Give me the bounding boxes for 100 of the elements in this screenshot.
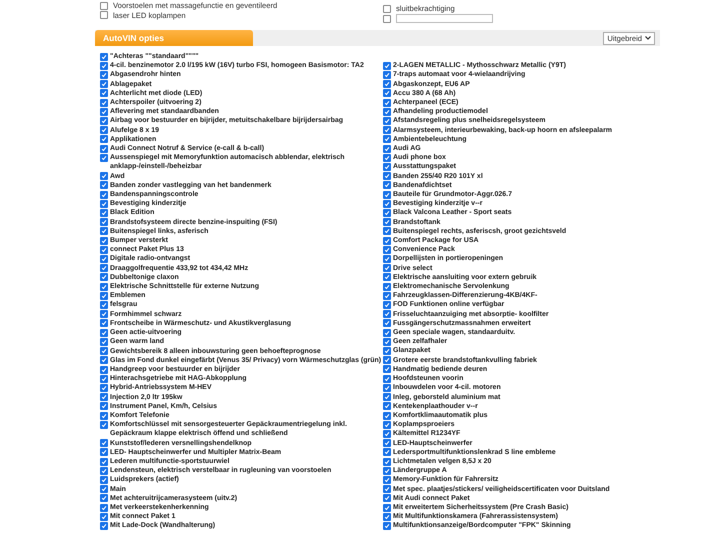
checkbox[interactable]	[100, 181, 108, 190]
checkbox[interactable]	[383, 347, 391, 356]
checkbox[interactable]	[100, 273, 108, 282]
checkbox[interactable]	[383, 292, 391, 300]
checkbox[interactable]	[383, 135, 391, 144]
checkbox[interactable]	[100, 522, 108, 530]
checkbox[interactable]	[383, 200, 391, 208]
checkbox[interactable]	[383, 466, 391, 475]
checkbox[interactable]	[383, 494, 391, 502]
checkbox[interactable]	[383, 190, 391, 199]
checkbox[interactable]	[383, 338, 391, 346]
checkbox[interactable]	[383, 393, 391, 402]
checkbox[interactable]	[100, 485, 108, 494]
checkbox[interactable]	[100, 347, 108, 356]
checkbox[interactable]	[383, 319, 391, 328]
checkbox[interactable]	[100, 52, 108, 61]
checkbox[interactable]	[383, 512, 391, 521]
checkbox[interactable]	[383, 504, 391, 512]
checkbox[interactable]	[100, 255, 108, 264]
checkbox[interactable]	[100, 264, 108, 272]
checkbox[interactable]	[100, 71, 108, 79]
checkbox[interactable]	[100, 80, 108, 88]
checkbox[interactable]	[383, 282, 391, 291]
checkbox[interactable]	[100, 466, 108, 475]
checkbox[interactable]	[100, 227, 108, 236]
checkbox[interactable]	[383, 89, 391, 98]
checkbox[interactable]	[383, 62, 391, 70]
checkbox[interactable]	[383, 108, 391, 116]
checkbox[interactable]	[383, 384, 391, 392]
checkbox[interactable]	[383, 4, 391, 13]
checkbox[interactable]	[100, 458, 108, 466]
checkbox[interactable]	[383, 476, 391, 484]
checkbox[interactable]	[100, 117, 108, 126]
checkbox[interactable]	[100, 319, 108, 328]
checkbox[interactable]	[100, 154, 108, 162]
checkbox[interactable]	[383, 420, 391, 429]
checkbox[interactable]	[100, 412, 108, 420]
checkbox[interactable]	[100, 236, 108, 245]
checkbox[interactable]	[383, 181, 391, 190]
checkbox[interactable]	[100, 108, 108, 116]
checkbox[interactable]	[100, 384, 108, 392]
checkbox[interactable]	[383, 246, 391, 254]
checkbox[interactable]	[383, 273, 391, 282]
checkbox[interactable]	[100, 126, 108, 134]
checkbox[interactable]	[100, 504, 108, 512]
checkbox[interactable]	[383, 412, 391, 420]
checkbox[interactable]	[100, 144, 108, 153]
checkbox[interactable]	[383, 301, 391, 310]
checkbox[interactable]	[383, 80, 391, 88]
checkbox[interactable]	[383, 430, 391, 438]
checkbox[interactable]	[100, 172, 108, 180]
checkbox[interactable]	[383, 448, 391, 456]
checkbox[interactable]	[383, 365, 391, 374]
checkbox[interactable]	[100, 11, 108, 20]
checkbox[interactable]	[383, 15, 391, 24]
checkbox[interactable]	[100, 310, 108, 318]
checkbox[interactable]	[100, 2, 108, 10]
checkbox[interactable]	[100, 301, 108, 310]
checkbox[interactable]	[383, 402, 391, 410]
custom-option-field[interactable]	[396, 14, 493, 24]
checkbox[interactable]	[100, 89, 108, 98]
checkbox[interactable]	[100, 135, 108, 144]
checkbox[interactable]	[100, 439, 108, 448]
checkbox[interactable]	[383, 126, 391, 134]
checkbox[interactable]	[383, 172, 391, 180]
checkbox[interactable]	[383, 163, 391, 172]
checkbox[interactable]	[100, 292, 108, 300]
checkbox[interactable]	[383, 356, 391, 364]
checkbox[interactable]	[100, 393, 108, 402]
checkbox[interactable]	[383, 328, 391, 337]
checkbox[interactable]	[383, 236, 391, 245]
checkbox[interactable]	[100, 366, 108, 374]
checkbox[interactable]	[383, 154, 391, 162]
checkbox[interactable]	[100, 494, 108, 502]
checkbox[interactable]	[383, 310, 391, 318]
checkbox[interactable]	[383, 117, 391, 125]
checkbox[interactable]	[100, 190, 108, 199]
checkbox[interactable]	[383, 439, 391, 448]
checkbox[interactable]	[100, 328, 108, 337]
checkbox[interactable]	[383, 522, 391, 530]
checkbox[interactable]	[100, 209, 108, 218]
checkbox[interactable]	[100, 62, 108, 70]
checkbox[interactable]	[100, 512, 108, 521]
checkbox[interactable]	[383, 458, 391, 466]
checkbox[interactable]	[100, 374, 108, 383]
checkbox[interactable]	[100, 448, 108, 456]
checkbox[interactable]	[100, 98, 108, 107]
checkbox[interactable]	[100, 200, 108, 208]
checkbox[interactable]	[383, 209, 391, 218]
checkbox[interactable]	[100, 218, 108, 226]
checkbox[interactable]	[100, 402, 108, 410]
checkbox[interactable]	[383, 264, 391, 272]
checkbox[interactable]	[100, 420, 108, 429]
checkbox[interactable]	[383, 144, 391, 153]
checkbox[interactable]	[100, 356, 108, 364]
checkbox[interactable]	[383, 227, 391, 236]
checkbox[interactable]	[383, 218, 391, 226]
checkbox[interactable]	[100, 338, 108, 346]
checkbox[interactable]	[383, 70, 391, 79]
checkbox[interactable]	[100, 246, 108, 254]
